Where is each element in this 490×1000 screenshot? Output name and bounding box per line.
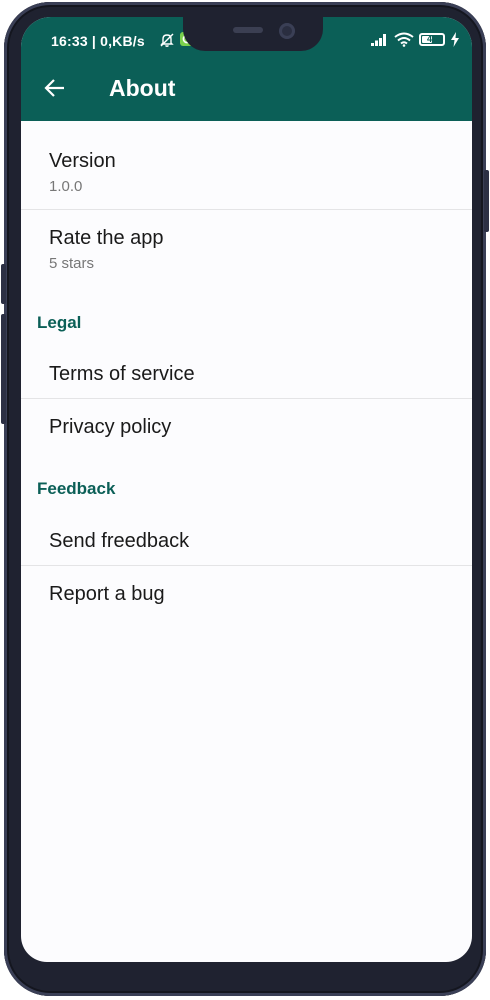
arrow-back-icon[interactable]: [41, 74, 69, 102]
preference-send-feedback-title: Send freedback: [49, 530, 190, 552]
camera-notch: [183, 17, 323, 51]
preference-privacy-policy[interactable]: Privacy policy: [21, 399, 472, 453]
wifi-icon: [394, 32, 414, 47]
preference-privacy-title: Privacy policy: [49, 416, 172, 438]
signal-icon: [371, 34, 386, 46]
screen: 16:33 | 0,KB/s 44 About Version 1.0.0 Ra…: [21, 17, 472, 962]
battery-level: 44: [426, 34, 437, 44]
preference-version-summary: 1.0.0: [49, 178, 83, 195]
preference-version[interactable]: Version 1.0.0: [21, 121, 472, 209]
preference-rate-app[interactable]: Rate the app 5 stars: [21, 210, 472, 288]
preference-terms-title: Terms of service: [49, 363, 195, 385]
app-bar: About: [21, 55, 472, 121]
category-feedback-header: Feedback: [37, 479, 116, 498]
charging-icon: [451, 32, 459, 47]
preference-send-feedback[interactable]: Send freedback: [21, 513, 472, 565]
preference-report-bug[interactable]: Report a bug: [21, 566, 472, 620]
preference-rate-summary: 5 stars: [49, 255, 95, 272]
battery-icon: 44: [419, 33, 445, 46]
power-button: [484, 170, 489, 232]
volume-up-button: [1, 264, 6, 304]
preference-report-bug-title: Report a bug: [49, 583, 165, 605]
phone-frame: 16:33 | 0,KB/s 44 About Version 1.0.0 Ra…: [1, 2, 489, 996]
page-title: About: [109, 75, 176, 101]
volume-down-button: [1, 314, 6, 424]
status-time-speed: 16:33 | 0,KB/s: [51, 33, 145, 49]
front-camera-icon: [279, 23, 295, 39]
bell-off-icon: [160, 33, 174, 47]
earpiece-speaker: [233, 27, 263, 33]
preference-rate-title: Rate the app: [49, 227, 164, 249]
category-legal-header: Legal: [37, 313, 82, 332]
preference-version-title: Version: [49, 150, 116, 172]
preference-terms-of-service[interactable]: Terms of service: [21, 347, 472, 397]
status-bar: 16:33 | 0,KB/s 44: [21, 17, 472, 55]
